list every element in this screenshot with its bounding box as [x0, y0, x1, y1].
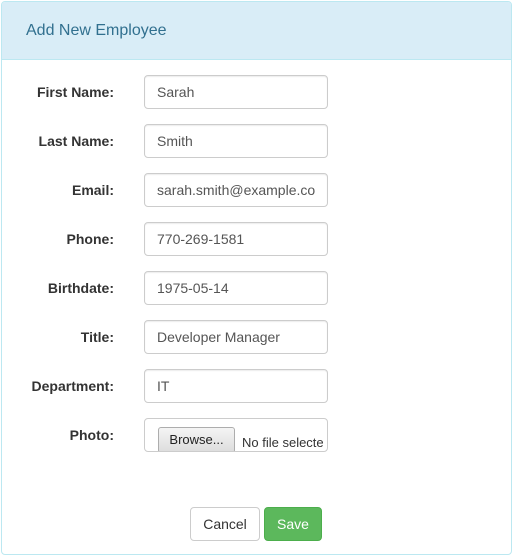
department-label: Department: — [31, 378, 114, 394]
phone-row: Phone: — [2, 222, 511, 256]
file-status-text: No file selecte — [242, 435, 324, 450]
email-row: Email: — [2, 173, 511, 207]
title-row: Title: — [2, 320, 511, 354]
cancel-button[interactable]: Cancel — [190, 507, 260, 541]
phone-input[interactable] — [144, 222, 328, 256]
birthdate-label: Birthdate: — [47, 280, 114, 296]
page-title: Add New Employee — [26, 22, 167, 39]
first-name-row: First Name: — [2, 75, 511, 109]
photo-row: Photo: Browse... No file selecte — [2, 418, 511, 452]
save-button[interactable]: Save — [264, 507, 322, 541]
email-input[interactable] — [144, 173, 328, 207]
last-name-input[interactable] — [144, 124, 328, 158]
last-name-row: Last Name: — [2, 124, 511, 158]
department-input[interactable] — [144, 369, 328, 403]
department-row: Department: — [2, 369, 511, 403]
first-name-label: First Name: — [36, 84, 114, 100]
email-label: Email: — [71, 182, 114, 198]
birthdate-input[interactable] — [144, 271, 328, 305]
first-name-input[interactable] — [144, 75, 328, 109]
browse-button[interactable]: Browse... — [158, 427, 235, 451]
title-label: Title: — [80, 329, 114, 345]
title-input[interactable] — [144, 320, 328, 354]
photo-label: Photo: — [69, 427, 114, 443]
panel-heading: Add New Employee — [2, 2, 511, 60]
birthdate-row: Birthdate: — [2, 271, 511, 305]
phone-label: Phone: — [66, 231, 114, 247]
last-name-label: Last Name: — [38, 133, 114, 149]
photo-file-input[interactable]: Browse... No file selecte — [144, 418, 328, 452]
add-employee-panel: Add New Employee First Name: Last Name: … — [1, 1, 512, 555]
